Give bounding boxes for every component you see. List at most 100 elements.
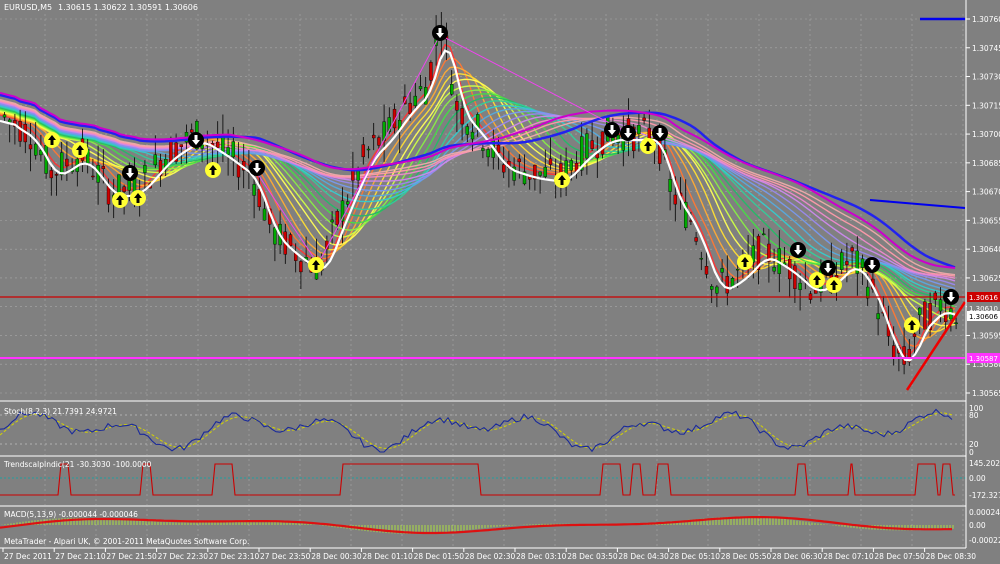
bull-candle	[538, 171, 542, 176]
bull-candle	[668, 179, 672, 192]
bear-candle	[377, 137, 381, 146]
bull-candle	[938, 299, 943, 312]
subwindow-tick-label: 0.00	[969, 474, 986, 483]
time-tick-label: 28 Dec 03:10	[516, 552, 567, 561]
buy-arrow-icon	[904, 317, 920, 333]
buy-arrow-icon	[130, 190, 146, 206]
bull-candle	[736, 268, 740, 271]
bear-candle	[106, 185, 111, 205]
buy-arrow-icon	[308, 257, 324, 273]
bear-candle	[600, 131, 605, 155]
subwindow-tick-label: 0.000247	[969, 508, 1000, 517]
bear-candle	[335, 211, 339, 226]
time-tick-label: 28 Dec 04:30	[618, 552, 669, 561]
buy-arrow-icon	[737, 254, 753, 270]
bull-candle	[252, 184, 256, 196]
bull-candle	[34, 143, 38, 156]
bull-candle	[7, 119, 12, 123]
price-tick-label: 1.30565	[972, 389, 1000, 398]
price-tick-label: 1.30715	[972, 101, 1000, 110]
time-tick-label: 27 Dec 21:50	[106, 552, 157, 561]
price-tick-label: 1.30760	[972, 15, 1000, 24]
bull-candle	[715, 286, 719, 294]
chart-symbol: EURUSD,M5	[4, 3, 52, 12]
bull-candle	[840, 252, 844, 270]
bull-candle	[798, 282, 802, 290]
bear-candle	[429, 62, 433, 81]
bull-candle	[60, 152, 64, 176]
bull-candle	[954, 322, 958, 325]
buy-arrow-icon	[44, 132, 60, 148]
buy-arrow-icon	[826, 277, 842, 293]
time-tick-label: 28 Dec 01:10	[362, 552, 413, 561]
bull-candle	[153, 154, 158, 166]
bear-candle	[933, 292, 937, 300]
bear-candle	[299, 261, 303, 273]
bull-candle	[273, 227, 277, 245]
price-tag-label: 1.30606	[969, 313, 998, 321]
separator-macd[interactable]	[0, 505, 1000, 507]
price-tag-label: 1.30587	[969, 355, 998, 363]
buy-arrow-icon	[554, 172, 570, 188]
bull-candle	[876, 313, 880, 320]
sell-arrow-icon	[790, 242, 806, 258]
time-tick-label: 28 Dec 08:30	[926, 552, 977, 561]
bull-candle	[699, 257, 703, 260]
bull-candle	[470, 131, 475, 140]
bear-candle	[517, 158, 521, 163]
buy-arrow-icon	[205, 162, 221, 178]
price-tick-label: 1.30595	[972, 331, 1000, 340]
buy-arrow-icon	[809, 272, 825, 288]
time-tick-label: 27 Dec 21:10	[55, 552, 106, 561]
subwindow-tick-label: 0	[969, 448, 974, 457]
bear-candle	[673, 194, 677, 205]
bear-candle	[236, 164, 241, 178]
bear-candle	[54, 174, 59, 176]
price-tag-label: 1.30616	[969, 294, 998, 302]
separator-stoch[interactable]	[0, 400, 1000, 402]
buy-arrow-icon	[112, 192, 128, 208]
bear-candle	[65, 158, 69, 167]
bear-candle	[704, 265, 709, 275]
trend-label: TrendscalpIndic(21 -30.3030 -100.0000	[3, 460, 152, 469]
bear-candle	[892, 345, 896, 360]
bear-candle	[642, 117, 646, 121]
bear-candle	[49, 170, 53, 179]
price-tick-label: 1.30640	[972, 245, 1000, 254]
separator-trend[interactable]	[0, 455, 1000, 457]
price-tick-label: 1.30670	[972, 188, 1000, 197]
bear-candle	[91, 175, 95, 178]
sell-arrow-icon	[943, 289, 959, 305]
sell-arrow-icon	[864, 257, 880, 273]
subwindow-tick-label: -0.000227	[969, 536, 1000, 545]
time-tick-label: 28 Dec 05:50	[721, 552, 772, 561]
bull-candle	[772, 266, 776, 272]
subwindow-tick-label: 0.00	[969, 521, 986, 530]
time-tick-label: 27 Dec 23:50	[260, 552, 311, 561]
bear-candle	[590, 140, 594, 149]
bull-candle	[585, 133, 589, 159]
bull-candle	[762, 233, 766, 236]
bull-candle	[450, 84, 454, 95]
subwindow-tick-label: -172.3274	[969, 491, 1000, 500]
bear-candle	[372, 134, 376, 139]
sell-arrow-icon	[122, 165, 138, 181]
bear-candle	[351, 169, 355, 181]
bull-candle	[330, 219, 334, 223]
sell-arrow-icon	[820, 260, 836, 276]
bear-candle	[850, 247, 854, 252]
bull-candle	[543, 167, 547, 177]
bear-candle	[725, 276, 729, 294]
price-tick-label: 1.30685	[972, 159, 1000, 168]
subwindow-tick-label: 80	[969, 411, 979, 420]
bear-candle	[189, 129, 194, 133]
subwindow-tick-label: 145.2024	[969, 459, 1000, 468]
sell-arrow-icon	[249, 160, 265, 176]
bull-candle	[569, 160, 573, 171]
chart-window[interactable]: EURUSD,M5 1.30615 1.30622 1.30591 1.3060…	[0, 0, 1000, 564]
sell-arrow-icon	[620, 125, 636, 141]
bull-candle	[231, 141, 236, 158]
bull-candle	[637, 124, 641, 135]
bull-candle	[366, 148, 371, 151]
macd-label: MACD(5,13,9) -0.000044 -0.000046	[4, 510, 138, 519]
